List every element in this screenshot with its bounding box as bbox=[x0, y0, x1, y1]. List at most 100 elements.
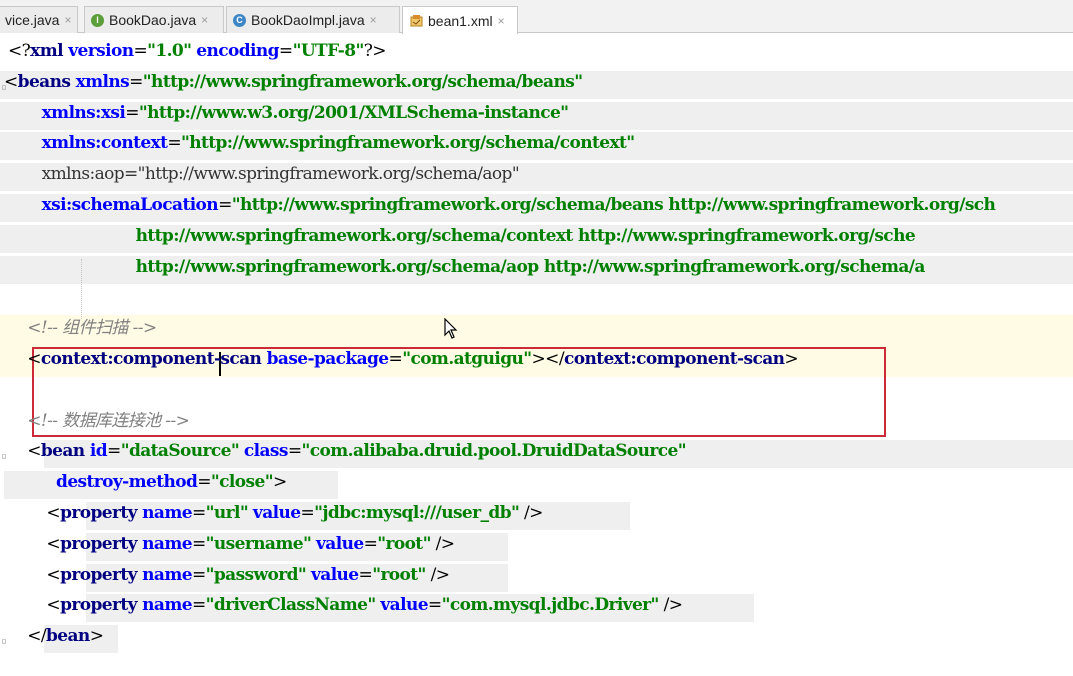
code-line[interactable]: <property name="driverClassName" value="… bbox=[8, 590, 683, 620]
code-token: = bbox=[129, 71, 143, 92]
code-token: "http://www.springframework.org/schema/b… bbox=[142, 71, 583, 92]
code-token: value bbox=[380, 595, 428, 616]
code-token: xml bbox=[30, 41, 69, 61]
code-token: "close" bbox=[210, 472, 274, 493]
fold-marker-icon[interactable]: ▫ bbox=[1, 451, 8, 462]
code-line[interactable]: xsi:schemaLocation="http://www.springfra… bbox=[8, 190, 996, 220]
code-token: = bbox=[125, 102, 139, 123]
code-token: = bbox=[427, 595, 442, 616]
code-token: = bbox=[278, 41, 293, 61]
code-token: < bbox=[8, 564, 61, 585]
code-token: "dataSource" bbox=[120, 441, 240, 462]
code-token: xmlns:aop="http://www.springframework.or… bbox=[41, 164, 520, 185]
code-line[interactable]: <property name="username" value="root" /… bbox=[8, 529, 455, 559]
xml-file-icon bbox=[409, 14, 424, 28]
code-token: http://www.springframework.org/schema/ao… bbox=[8, 256, 926, 277]
editor-tab[interactable]: C BookDaoImpl.java × bbox=[226, 6, 400, 33]
code-line[interactable]: <?xml version="1.0" encoding="UTF-8"?> bbox=[8, 36, 387, 66]
close-tab-icon[interactable]: × bbox=[201, 13, 208, 27]
code-token: < bbox=[8, 533, 61, 554]
mouse-cursor-icon bbox=[444, 318, 458, 339]
code-token: name bbox=[142, 533, 192, 554]
editor-tab[interactable]: bean1.xml × bbox=[402, 6, 518, 34]
code-token: "password" bbox=[205, 564, 307, 585]
code-token: "root" bbox=[372, 564, 426, 585]
code-token: = bbox=[197, 472, 211, 493]
code-token: /> bbox=[430, 533, 455, 554]
code-line[interactable]: <!-- 组件扫描 --> bbox=[8, 313, 157, 343]
code-line[interactable]: http://www.springframework.org/schema/co… bbox=[8, 221, 916, 251]
code-line[interactable]: xmlns:context="http://www.springframewor… bbox=[8, 128, 635, 158]
code-token: = bbox=[218, 195, 232, 215]
code-token: class bbox=[243, 441, 289, 462]
code-line[interactable]: <property name="password" value="root" /… bbox=[8, 560, 450, 590]
editor-tab[interactable]: I BookDao.java × bbox=[84, 6, 224, 33]
code-token: context:component-scan bbox=[40, 349, 267, 369]
code-token: name bbox=[142, 564, 192, 585]
code-token: /> bbox=[519, 503, 543, 523]
code-token: version bbox=[68, 41, 134, 61]
code-token: "com.mysql.jdbc.Driver" bbox=[441, 595, 660, 616]
close-tab-icon[interactable]: × bbox=[64, 13, 71, 27]
code-line[interactable]: <bean id="dataSource" class="com.alibaba… bbox=[8, 436, 686, 466]
code-token: "jdbc:mysql:///user_db" bbox=[314, 503, 520, 523]
code-token: name bbox=[142, 503, 192, 523]
code-token: beans bbox=[17, 71, 76, 92]
code-token: name bbox=[142, 595, 192, 616]
close-tab-icon[interactable]: × bbox=[370, 13, 377, 27]
code-token: context:component-scan bbox=[563, 349, 785, 369]
code-token: "driverClassName" bbox=[205, 595, 377, 616]
code-token: < bbox=[8, 441, 41, 462]
code-token: = bbox=[191, 503, 206, 523]
code-token: property bbox=[60, 503, 143, 523]
code-token: bean bbox=[46, 626, 90, 647]
code-line[interactable]: <context:component-scan base-package="co… bbox=[8, 344, 798, 374]
code-token: http://www.springframework.org/schema/co… bbox=[8, 225, 916, 246]
code-token: <!-- 组件扫描 --> bbox=[27, 318, 157, 339]
code-token: xmlns:context bbox=[41, 133, 168, 154]
code-line[interactable]: http://www.springframework.org/schema/ao… bbox=[8, 252, 926, 282]
code-token: = bbox=[107, 441, 121, 462]
code-token: xmlns:xsi bbox=[41, 102, 126, 123]
code-line[interactable]: destroy-method="close"> bbox=[8, 467, 287, 497]
code-token: "http://www.springframework.org/schema/c… bbox=[181, 133, 635, 154]
code-token: = bbox=[363, 533, 378, 554]
code-line[interactable]: xmlns:aop="http://www.springframework.or… bbox=[8, 159, 520, 189]
code-editor[interactable]: ▫ ▫ ▫ <?xml version="1.0" encoding="UTF-8"?… bbox=[0, 34, 1073, 676]
current-line-highlight bbox=[0, 315, 1073, 346]
code-token: encoding bbox=[196, 41, 279, 61]
close-tab-icon[interactable]: × bbox=[498, 14, 505, 28]
code-token: = bbox=[167, 133, 181, 154]
code-token: /> bbox=[425, 564, 450, 585]
code-token: = bbox=[287, 441, 302, 462]
editor-tab-bar: vice.java × I BookDao.java × C BookDaoImpl.jav… bbox=[0, 0, 1073, 34]
code-token: = bbox=[191, 564, 206, 585]
code-token: xmlns bbox=[75, 71, 130, 92]
code-line[interactable]: <!-- 数据库连接池 --> bbox=[8, 406, 190, 436]
code-token: "http://www.w3.org/2001/XMLSchema-instan… bbox=[138, 102, 569, 123]
editor-tab-label: bean1.xml bbox=[428, 12, 493, 29]
class-icon: C bbox=[233, 13, 246, 27]
code-line[interactable]: <property name="url" value="jdbc:mysql:/… bbox=[8, 498, 543, 528]
code-token: < bbox=[8, 595, 61, 616]
fold-marker-icon[interactable]: ▫ bbox=[1, 636, 8, 647]
code-token: id bbox=[89, 441, 108, 462]
code-token: "1.0" bbox=[147, 41, 192, 61]
code-token: < bbox=[4, 71, 18, 92]
code-token: > bbox=[784, 349, 799, 369]
editor-tab-label: vice.java bbox=[5, 12, 60, 28]
code-line[interactable]: xmlns:xsi="http://www.w3.org/2001/XMLSch… bbox=[8, 98, 569, 128]
code-token: <!-- 数据库连接池 --> bbox=[27, 410, 190, 431]
code-line[interactable]: <beans xmlns="http://www.springframework… bbox=[4, 67, 583, 97]
code-token: < bbox=[8, 503, 61, 523]
code-token: ?> bbox=[363, 41, 387, 61]
code-token: "UTF-8" bbox=[292, 41, 365, 61]
editor-tab[interactable]: vice.java × bbox=[0, 6, 78, 33]
code-line[interactable]: </bean> bbox=[8, 621, 104, 651]
code-token: <? bbox=[8, 41, 31, 61]
